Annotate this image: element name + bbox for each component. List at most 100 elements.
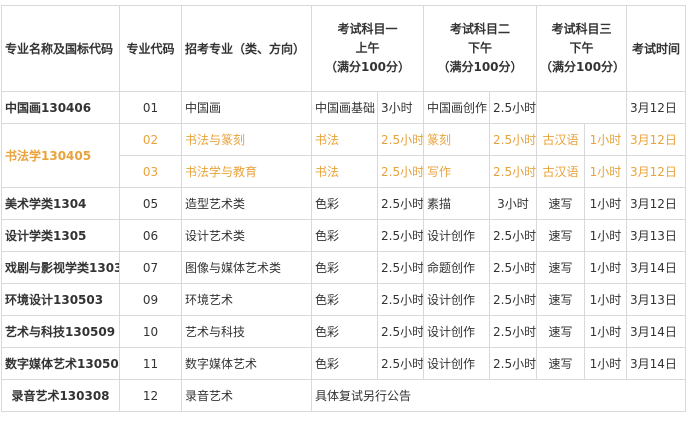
major-name: 中国画130406 — [1, 91, 120, 124]
header-subject-1-score: （满分100分） — [324, 60, 411, 74]
header-subject-3-score: （满分100分） — [540, 60, 626, 74]
table-header-row: 专业名称及国标代码 专业代码 招考专业（类、方向） 考试科目一 上午 （满分10… — [1, 5, 686, 92]
subject-2-duration: 2.5小时 — [489, 251, 537, 284]
major-name: 美术学类1304 — [1, 187, 120, 220]
major-code: 05 — [119, 187, 182, 220]
table-row: 录音艺术130308 12 录音艺术 具体复试另行公告 — [1, 379, 686, 412]
exam-date: 3月12日 — [626, 123, 686, 156]
major-code: 09 — [119, 283, 182, 316]
header-subject-1-title: 考试科目一 — [337, 22, 398, 36]
direction: 图像与媒体艺术类 — [181, 251, 312, 284]
subject-2-duration: 2.5小时 — [489, 283, 537, 316]
subject-1-duration: 3小时 — [377, 91, 424, 124]
header-subject-3-session: 下午 — [569, 41, 594, 55]
subject-2-duration: 2.5小时 — [489, 347, 537, 380]
subject-3: 古汉语 — [536, 155, 585, 188]
subject-1: 色彩 — [311, 219, 378, 252]
subject-1: 书法 — [311, 155, 378, 188]
direction: 造型艺术类 — [181, 187, 312, 220]
table-row: 书法学130405 02 书法与篆刻 书法 2.5小时 篆刻 2.5小时 古汉语… — [1, 123, 686, 188]
exam-date: 3月12日 — [626, 155, 686, 188]
header-subject-1-session: 上午 — [355, 41, 380, 55]
major-name: 录音艺术130308 — [1, 379, 120, 412]
subject-3: 速写 — [536, 283, 585, 316]
exam-date: 3月14日 — [626, 251, 686, 284]
major-name: 环境设计130503 — [1, 283, 120, 316]
direction: 数字媒体艺术 — [181, 347, 312, 380]
subject-2: 设计创作 — [423, 315, 490, 348]
direction: 环境艺术 — [181, 283, 312, 316]
header-subject-2-score: （满分100分） — [437, 60, 523, 74]
header-subject-3: 考试科目三 下午 （满分100分） — [536, 5, 627, 92]
subject-1: 书法 — [311, 123, 378, 156]
header-subject-2: 考试科目二 下午 （满分100分） — [423, 5, 537, 92]
subject-2-duration: 2.5小时 — [489, 123, 537, 156]
exam-date: 3月12日 — [626, 91, 686, 124]
table-row: 环境设计130503 09 环境艺术 色彩 2.5小时 设计创作 2.5小时 速… — [1, 283, 686, 316]
subject-3-empty — [536, 91, 627, 124]
direction: 设计艺术类 — [181, 219, 312, 252]
subject-2: 写作 — [423, 155, 490, 188]
direction: 中国画 — [181, 91, 312, 124]
header-subject-3-title: 考试科目三 — [551, 22, 612, 36]
direction: 书法与篆刻 — [181, 123, 312, 156]
subject-2-duration: 2.5小时 — [489, 315, 537, 348]
direction: 艺术与科技 — [181, 315, 312, 348]
header-subject-2-session: 下午 — [467, 41, 492, 55]
subject-1: 色彩 — [311, 187, 378, 220]
major-code: 11 — [119, 347, 182, 380]
major-name: 数字媒体艺术130508 — [1, 347, 120, 380]
major-name: 艺术与科技130509 — [1, 315, 120, 348]
subject-3: 速写 — [536, 347, 585, 380]
subject-1-duration: 2.5小时 — [377, 283, 424, 316]
subject-1: 色彩 — [311, 347, 378, 380]
subject-2: 设计创作 — [423, 347, 490, 380]
subject-1-duration: 2.5小时 — [377, 315, 424, 348]
subject-2: 篆刻 — [423, 123, 490, 156]
subject-3-duration: 1小时 — [584, 219, 627, 252]
subject-3-duration: 1小时 — [584, 315, 627, 348]
subject-1: 中国画基础 — [311, 91, 378, 124]
subject-3: 古汉语 — [536, 123, 585, 156]
subject-1-duration: 2.5小时 — [377, 187, 424, 220]
direction: 书法学与教育 — [181, 155, 312, 188]
retest-note: 具体复试另行公告 — [311, 379, 686, 412]
subject-1-duration: 2.5小时 — [377, 251, 424, 284]
table-row: 中国画130406 01 中国画 中国画基础 3小时 中国画创作 2.5小时 3… — [1, 91, 686, 124]
header-subject-2-title: 考试科目二 — [449, 22, 510, 36]
header-major: 专业名称及国标代码 — [1, 5, 120, 92]
subject-3: 速写 — [536, 187, 585, 220]
major-code: 06 — [119, 219, 182, 252]
page: 专业名称及国标代码 专业代码 招考专业（类、方向） 考试科目一 上午 （满分10… — [0, 0, 696, 432]
table-row: 美术学类1304 05 造型艺术类 色彩 2.5小时 素描 3小时 速写 1小时… — [1, 187, 686, 220]
subject-1-duration: 2.5小时 — [377, 155, 424, 188]
subject-2: 设计创作 — [423, 219, 490, 252]
subject-2-duration: 2.5小时 — [489, 91, 537, 124]
subject-3: 速写 — [536, 251, 585, 284]
major-code: 03 — [119, 155, 182, 188]
table-row: 数字媒体艺术130508 11 数字媒体艺术 色彩 2.5小时 设计创作 2.5… — [1, 347, 686, 380]
major-code: 12 — [119, 379, 182, 412]
subject-3-duration: 1小时 — [584, 251, 627, 284]
major-name: 书法学130405 — [1, 123, 120, 188]
major-code: 10 — [119, 315, 182, 348]
exam-date: 3月12日 — [626, 187, 686, 220]
subject-3-duration: 1小时 — [584, 347, 627, 380]
major-name: 戏剧与影视学类1303 — [1, 251, 120, 284]
header-date: 考试时间 — [626, 5, 686, 92]
subject-3: 速写 — [536, 219, 585, 252]
subject-2: 命题创作 — [423, 251, 490, 284]
subject-3-duration: 1小时 — [584, 283, 627, 316]
subject-2: 设计创作 — [423, 283, 490, 316]
subject-1-duration: 2.5小时 — [377, 123, 424, 156]
subject-2-duration: 2.5小时 — [489, 155, 537, 188]
exam-date: 3月13日 — [626, 283, 686, 316]
subject-1: 色彩 — [311, 283, 378, 316]
table-row: 戏剧与影视学类1303 07 图像与媒体艺术类 色彩 2.5小时 命题创作 2.… — [1, 251, 686, 284]
header-subject-1: 考试科目一 上午 （满分100分） — [311, 5, 424, 92]
header-direction: 招考专业（类、方向） — [181, 5, 312, 92]
exam-date: 3月14日 — [626, 347, 686, 380]
subject-3-duration: 1小时 — [584, 155, 627, 188]
major-code: 01 — [119, 91, 182, 124]
subject-1-duration: 2.5小时 — [377, 219, 424, 252]
